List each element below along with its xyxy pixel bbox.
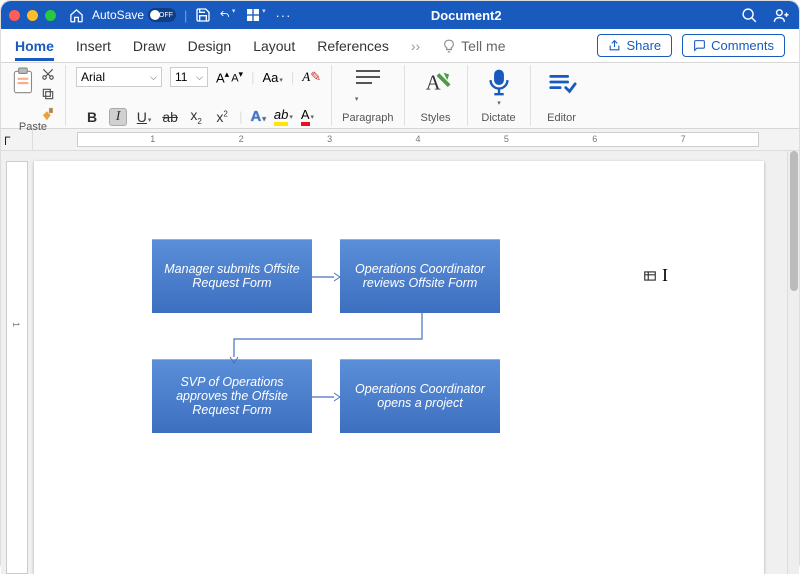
paste-button[interactable] xyxy=(11,67,37,97)
tab-design[interactable]: Design xyxy=(188,38,232,54)
tab-home[interactable]: Home xyxy=(15,38,54,61)
minimize-window[interactable] xyxy=(27,10,38,21)
copy-icon[interactable] xyxy=(41,87,55,101)
tell-me[interactable]: Tell me xyxy=(442,38,505,54)
font-name-select[interactable]: Arial⌵ xyxy=(76,67,162,87)
share-people-icon[interactable] xyxy=(772,7,791,24)
ruler-corner[interactable]: ┌ xyxy=(1,129,33,150)
home-icon[interactable] xyxy=(68,8,84,23)
titlebar-overflow-icon[interactable]: ··· xyxy=(275,8,291,23)
grow-font-button[interactable]: A▴ xyxy=(216,69,229,85)
paragraph-button[interactable]: ▾ xyxy=(354,67,382,104)
tab-insert[interactable]: Insert xyxy=(76,38,111,54)
flow-box-2[interactable]: Operations Coordinator reviews Offsite F… xyxy=(340,239,500,313)
tab-references[interactable]: References xyxy=(317,38,389,54)
text-effects-button[interactable]: A▾ xyxy=(251,108,266,125)
subscript-button[interactable]: x2 xyxy=(187,107,205,126)
ruler-horizontal[interactable]: 1 2 3 4 5 6 7 xyxy=(77,132,759,147)
document-title: Document2 xyxy=(299,8,733,23)
share-button[interactable]: Share xyxy=(597,34,672,57)
comments-button[interactable]: Comments xyxy=(682,34,785,57)
font-color-button[interactable]: A▾ xyxy=(301,107,314,126)
flow-box-4[interactable]: Operations Coordinator opens a project xyxy=(340,359,500,433)
document-area: 1 I Manager submits Offsite Request Form… xyxy=(1,151,799,574)
arrow-1-2 xyxy=(312,272,340,282)
ribbon: Paste Arial⌵ 11⌵ A▴ A▾ | Aa▾ | A✎ B I U▾… xyxy=(1,63,799,129)
title-bar: AutoSave OFF | ▾ ▾ ··· Document2 xyxy=(1,1,799,29)
dictate-button[interactable]: ▾ xyxy=(478,67,520,107)
strikethrough-button[interactable]: ab xyxy=(161,109,179,125)
cut-icon[interactable] xyxy=(41,67,55,81)
search-icon[interactable] xyxy=(741,7,758,24)
clear-formatting-button[interactable]: A✎ xyxy=(302,69,321,85)
group-font: Arial⌵ 11⌵ A▴ A▾ | Aa▾ | A✎ B I U▾ ab x2… xyxy=(66,65,332,126)
tab-draw[interactable]: Draw xyxy=(133,38,166,54)
styles-button[interactable]: A xyxy=(415,67,457,97)
bold-button[interactable]: B xyxy=(83,109,101,125)
group-clipboard: Paste xyxy=(1,65,66,126)
tab-layout[interactable]: Layout xyxy=(253,38,295,54)
format-painter-icon[interactable] xyxy=(41,107,55,121)
superscript-button[interactable]: x2 xyxy=(213,109,231,125)
group-paragraph: ▾ Paragraph xyxy=(332,65,404,126)
ribbon-tabs: Home Insert Draw Design Layout Reference… xyxy=(1,29,799,63)
vertical-scrollbar[interactable] xyxy=(787,151,799,574)
scrollbar-thumb[interactable] xyxy=(790,151,798,291)
italic-button[interactable]: I xyxy=(109,108,127,126)
group-editor: Editor xyxy=(531,65,593,126)
save-icon[interactable] xyxy=(195,7,211,23)
autosave-switch[interactable]: OFF xyxy=(148,8,176,22)
highlight-button[interactable]: ab▾ xyxy=(274,107,293,126)
flowchart[interactable]: Manager submits Offsite Request Form Ope… xyxy=(152,239,632,479)
ruler-vertical[interactable]: 1 xyxy=(6,161,28,574)
flow-box-3[interactable]: SVP of Operations approves the Offsite R… xyxy=(152,359,312,433)
undo-icon[interactable]: ▾ xyxy=(219,7,235,23)
group-styles: A Styles xyxy=(405,65,468,126)
change-case-button[interactable]: Aa▾ xyxy=(262,70,282,85)
arrow-2-3 xyxy=(228,313,428,363)
ruler-horizontal-area: ┌ 1 2 3 4 5 6 7 xyxy=(1,129,799,151)
group-dictate: ▾ Dictate xyxy=(468,65,531,126)
window-controls xyxy=(9,10,56,21)
text-cursor: I xyxy=(642,265,668,286)
autosave-label: AutoSave xyxy=(92,8,144,22)
flow-box-1[interactable]: Manager submits Offsite Request Form xyxy=(152,239,312,313)
close-window[interactable] xyxy=(9,10,20,21)
editor-button[interactable] xyxy=(541,67,583,97)
font-size-select[interactable]: 11⌵ xyxy=(170,67,208,87)
tabs-overflow-icon[interactable]: ›​› xyxy=(411,38,420,54)
zoom-window[interactable] xyxy=(45,10,56,21)
page[interactable]: I Manager submits Offsite Request Form O… xyxy=(34,161,764,574)
arrow-3-4 xyxy=(312,392,340,402)
table-icon[interactable]: ▾ xyxy=(243,7,267,23)
autosave-toggle[interactable]: AutoSave OFF xyxy=(92,8,176,22)
shrink-font-button[interactable]: A▾ xyxy=(231,69,243,85)
underline-button[interactable]: U▾ xyxy=(135,109,153,125)
